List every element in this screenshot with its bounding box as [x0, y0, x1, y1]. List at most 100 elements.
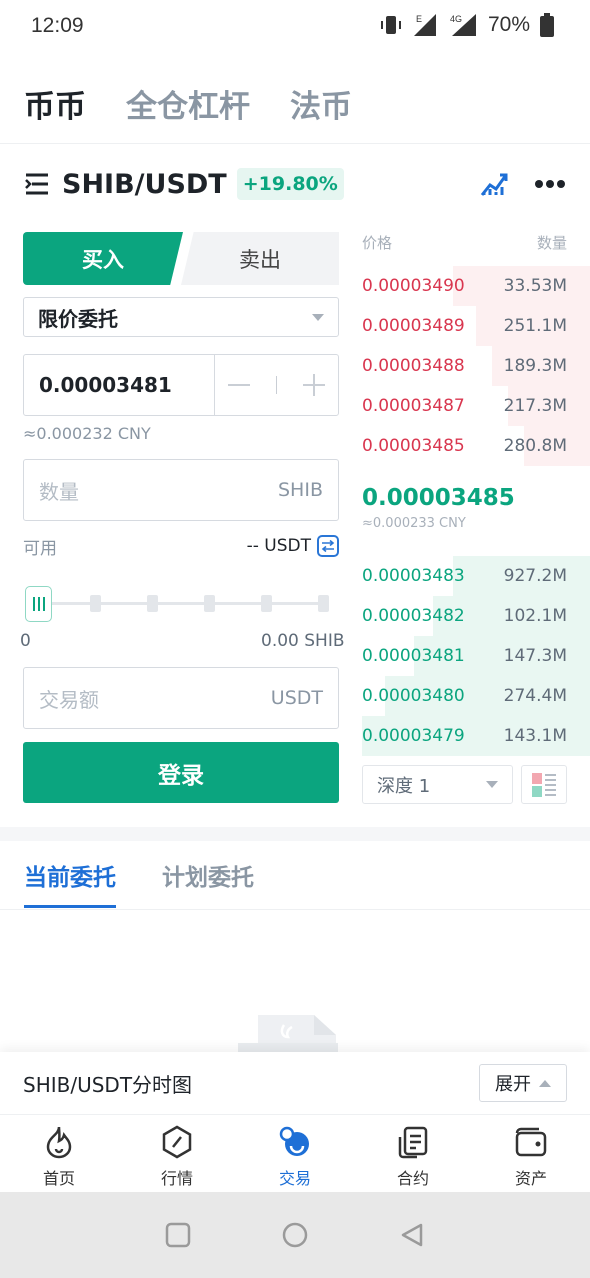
ask-row[interactable]: 0.00003490 33.53M — [362, 266, 590, 306]
bid-row[interactable]: 0.00003483 927.2M — [362, 556, 590, 596]
bid-price: 0.00003481 — [362, 646, 465, 666]
slider-max-label: 0.00 SHIB — [261, 631, 345, 651]
bid-qty: 927.2M — [503, 566, 567, 586]
amount-unit: SHIB — [278, 479, 323, 501]
svg-text:4G: 4G — [450, 14, 462, 24]
stepper-divider — [275, 376, 277, 394]
ask-price: 0.00003487 — [362, 396, 465, 416]
vibrate-icon — [380, 16, 401, 34]
bid-row[interactable]: 0.00003479 143.1M — [362, 716, 590, 756]
amount-placeholder: 数量 — [39, 479, 79, 504]
compass-icon — [162, 1125, 192, 1159]
bid-qty: 102.1M — [503, 606, 567, 626]
ask-price: 0.00003489 — [362, 316, 465, 336]
chevron-down-icon — [486, 781, 498, 788]
chart-icon[interactable] — [480, 171, 508, 197]
expand-button[interactable]: 展开 — [479, 1064, 567, 1102]
tab-spot[interactable]: 币币 — [24, 81, 86, 126]
status-bar: 12:09 E 4G 70% — [0, 0, 590, 56]
ask-price: 0.00003490 — [362, 276, 465, 296]
status-icons: E 4G 70% — [380, 12, 554, 38]
nav-home[interactable]: 首页 — [0, 1115, 118, 1192]
ask-qty: 189.3M — [503, 356, 567, 376]
order-type-select[interactable]: 限价委托 — [23, 297, 339, 337]
nav-assets-label: 资产 — [514, 1169, 547, 1188]
depth-select[interactable]: 深度 1 — [362, 765, 513, 804]
bid-list: 0.00003483 927.2M 0.00003482 102.1M 0.0000… — [362, 556, 590, 756]
transfer-icon[interactable] — [317, 535, 339, 557]
ask-qty: 217.3M — [503, 396, 567, 416]
empty-state-icon — [238, 1015, 338, 1053]
last-price[interactable]: 0.00003485 — [362, 485, 515, 511]
ask-row[interactable]: 0.00003487 217.3M — [362, 386, 590, 426]
home-icon[interactable] — [281, 1221, 309, 1249]
available-value: -- USDT — [246, 536, 311, 556]
depth-label: 深度 1 — [377, 775, 431, 797]
bid-price: 0.00003483 — [362, 566, 465, 586]
book-layout-button[interactable] — [521, 765, 567, 804]
bid-row[interactable]: 0.00003480 274.4M — [362, 676, 590, 716]
bid-price: 0.00003479 — [362, 726, 465, 746]
back-icon[interactable] — [399, 1222, 425, 1248]
slider-step-end[interactable] — [318, 595, 329, 612]
bid-qty: 274.4M — [503, 686, 567, 706]
slider-handle[interactable] — [25, 586, 52, 622]
nav-assets[interactable]: 资产 — [472, 1115, 590, 1192]
slider-step-50[interactable] — [147, 595, 158, 612]
pair-change-badge: +19.80% — [236, 168, 344, 200]
order-tabs: 当前委托 计划委托 — [24, 858, 254, 910]
total-placeholder: 交易额 — [39, 687, 99, 712]
chart-bar-title: SHIB/USDT分时图 — [23, 1072, 193, 1097]
ask-row[interactable]: 0.00003489 251.1M — [362, 306, 590, 346]
wallet-icon — [515, 1127, 547, 1157]
price-cny: ≈0.000232 CNY — [23, 424, 151, 443]
price-column-header: 价格 — [362, 234, 393, 252]
slider-step-75[interactable] — [204, 595, 215, 612]
tab-fiat[interactable]: 法币 — [290, 81, 352, 126]
bottom-nav: 首页 行情 交易 合约 资产 — [0, 1114, 590, 1192]
tab-margin[interactable]: 全仓杠杆 — [126, 81, 250, 126]
minus-icon[interactable] — [227, 373, 251, 397]
menu-icon[interactable] — [24, 172, 50, 196]
pair-header: SHIB/USDT +19.80% — [24, 164, 566, 204]
pair-name[interactable]: SHIB/USDT — [62, 169, 227, 200]
section-separator — [0, 827, 590, 841]
sell-tab[interactable]: 卖出 — [181, 232, 339, 285]
price-value[interactable]: 0.00003481 — [24, 373, 214, 397]
nav-trade[interactable]: 交易 — [236, 1115, 354, 1192]
total-input[interactable]: 交易额 USDT — [23, 667, 339, 729]
buy-sell-toggle: 买入 卖出 — [23, 232, 339, 285]
chart-bar: SHIB/USDT分时图 展开 — [0, 1052, 590, 1114]
order-type-label: 限价委托 — [38, 306, 118, 331]
login-button[interactable]: 登录 — [23, 742, 339, 803]
tab-open-orders[interactable]: 当前委托 — [24, 858, 116, 908]
amount-input[interactable]: 数量 SHIB — [23, 459, 339, 521]
bid-row[interactable]: 0.00003481 147.3M — [362, 636, 590, 676]
slider-min-label: 0 — [20, 631, 31, 651]
market-type-tabs: 币币 全仓杠杆 法币 — [24, 78, 352, 128]
recent-apps-icon[interactable] — [165, 1222, 191, 1248]
ask-row[interactable]: 0.00003488 189.3M — [362, 346, 590, 386]
divider — [0, 143, 590, 144]
nav-contract[interactable]: 合约 — [354, 1115, 472, 1192]
contract-icon — [398, 1126, 428, 1159]
amount-slider[interactable] — [23, 586, 339, 622]
buy-tab[interactable]: 买入 — [23, 232, 183, 285]
ask-price: 0.00003485 — [362, 436, 465, 456]
ask-row[interactable]: 0.00003485 280.8M — [362, 426, 590, 466]
bid-row[interactable]: 0.00003482 102.1M — [362, 596, 590, 636]
price-input[interactable]: 0.00003481 — [23, 354, 339, 416]
flame-icon — [46, 1126, 72, 1159]
tab-plan-orders[interactable]: 计划委托 — [162, 858, 254, 908]
slider-step-25[interactable] — [90, 595, 101, 612]
battery-percent: 70% — [487, 13, 530, 36]
ask-qty: 33.53M — [503, 276, 567, 296]
nav-trade-label: 交易 — [278, 1169, 311, 1188]
more-icon[interactable] — [534, 179, 566, 189]
status-time: 12:09 — [31, 14, 84, 37]
plus-icon[interactable] — [302, 373, 326, 397]
bid-qty: 143.1M — [503, 726, 567, 746]
slider-step-100[interactable] — [261, 595, 272, 612]
nav-market[interactable]: 行情 — [118, 1115, 236, 1192]
book-layout-icon — [532, 772, 556, 797]
